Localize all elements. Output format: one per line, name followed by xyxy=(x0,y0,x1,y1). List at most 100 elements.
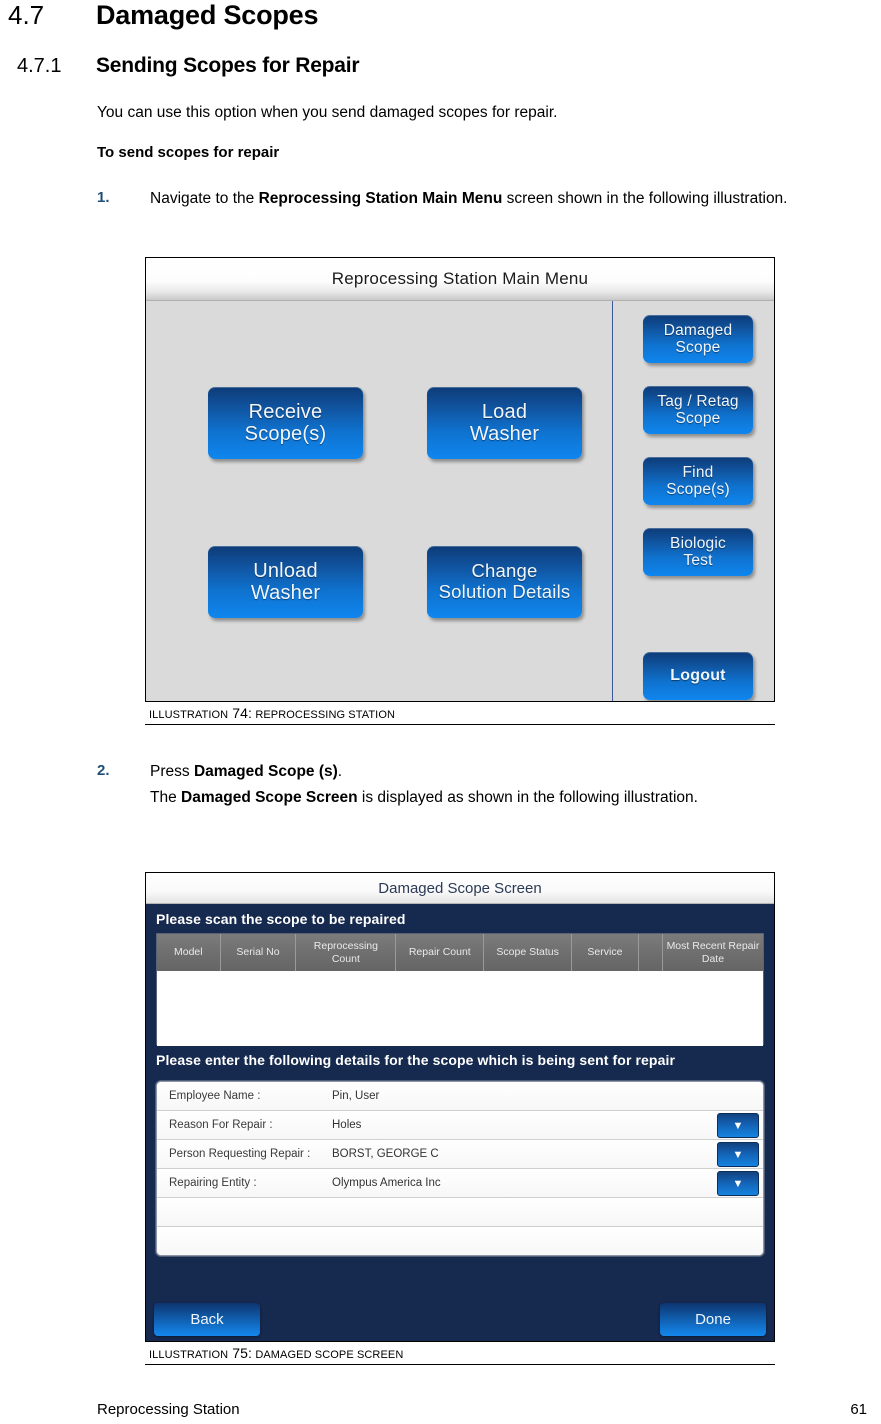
tag-retag-scope-label: Tag / Retag Scope xyxy=(657,392,739,427)
form-row-value: Holes xyxy=(332,1119,362,1131)
unload-washer-button[interactable]: Unload Washer xyxy=(208,546,363,618)
step-2-line1-bold: Damaged Scope (s) xyxy=(193,763,338,780)
caption-75-prefix: ILLUSTRATION xyxy=(149,1349,229,1361)
caption-74-text: REPROCESSING STATION xyxy=(255,709,396,721)
step-1-body: Navigate to the Reprocessing Station Mai… xyxy=(150,188,881,214)
form-row[interactable]: Person Requesting Repair : BORST, GEORGE … xyxy=(157,1140,763,1169)
form-row[interactable] xyxy=(157,1227,763,1255)
step-2-line2-after: is displayed as shown in the following i… xyxy=(357,789,698,806)
illustration-75: Damaged Scope Screen Please scan the sco… xyxy=(145,872,775,1365)
receive-scopes-label: Receive Scope(s) xyxy=(244,400,327,445)
scope-table-header: Model Serial No Reprocessing Count Repair Co… xyxy=(157,934,763,971)
form-row-value: BORST, GEORGE C xyxy=(332,1148,439,1160)
biologic-test-label: Biologic Test xyxy=(670,534,726,569)
scope-table-column-header: Model xyxy=(157,934,221,971)
form-row-label: Employee Name : xyxy=(169,1090,261,1102)
illustration-74-caption: ILLUSTRATION 74: REPROCESSING STATION xyxy=(145,702,775,725)
form-row[interactable]: Repairing Entity : Olympus America Inc ▼ xyxy=(157,1169,763,1198)
back-button[interactable]: Back xyxy=(154,1303,260,1336)
biologic-test-button[interactable]: Biologic Test xyxy=(643,528,753,576)
done-label: Done xyxy=(695,1311,731,1328)
load-washer-label: Load Washer xyxy=(469,400,540,445)
change-solution-details-label: Change Solution Details xyxy=(438,560,571,602)
illustration-74: Reprocessing Station Main Menu Receive Sc… xyxy=(145,257,775,725)
scope-table-column-header: Serial No xyxy=(221,934,297,971)
step-1: 1. Navigate to the Reprocessing Station … xyxy=(97,188,881,214)
footer-page-number: 61 xyxy=(850,1401,867,1418)
unload-washer-label: Unload Washer xyxy=(250,559,321,604)
step-2-line1-before: Press xyxy=(150,763,194,780)
caption-75-sep: : xyxy=(248,1345,253,1361)
lead-in-text: To send scopes for repair xyxy=(97,144,280,161)
chevron-down-icon[interactable]: ▼ xyxy=(717,1113,759,1138)
repair-details-form: Employee Name : Pin, User Reason For Repai… xyxy=(156,1081,764,1256)
logout-button[interactable]: Logout xyxy=(643,652,753,700)
step-2-body: Press Damaged Scope (s). The Damaged Sco… xyxy=(150,761,881,813)
form-row[interactable]: Employee Name : Pin, User xyxy=(157,1082,763,1111)
form-row-value: Pin, User xyxy=(332,1090,380,1102)
subsection-heading: 4.7.1 Sending Scopes for Repair xyxy=(17,54,877,78)
caption-74-sep: : xyxy=(248,705,253,721)
change-solution-details-button[interactable]: Change Solution Details xyxy=(427,546,582,618)
form-row[interactable]: Reason For Repair : Holes ▼ xyxy=(157,1111,763,1140)
damaged-scope-label: Damaged Scope xyxy=(663,321,733,356)
step-2-line2-before: The xyxy=(150,789,182,806)
caption-74-number: 74 xyxy=(232,705,249,721)
reprocessing-body: Receive Scope(s) Load Washer Unload Washer … xyxy=(146,301,774,701)
subsection-title: Sending Scopes for Repair xyxy=(96,54,360,77)
reprocessing-station-screen: Reprocessing Station Main Menu Receive Sc… xyxy=(145,257,775,702)
damaged-scope-button[interactable]: Damaged Scope xyxy=(643,315,753,363)
caption-74-prefix: ILLUSTRATION xyxy=(149,709,229,721)
damaged-scope-footer: Back Done xyxy=(146,1297,774,1341)
damaged-scope-title: Damaged Scope Screen xyxy=(378,879,542,897)
damaged-scope-screen: Damaged Scope Screen Please scan the sco… xyxy=(145,872,775,1342)
intro-paragraph: You can use this option when you send da… xyxy=(97,104,558,121)
scope-table-column-header: Most Recent Repair Date xyxy=(666,940,760,965)
step-1-bold: Reprocessing Station Main Menu xyxy=(258,190,503,207)
find-scopes-label: Find Scope(s) xyxy=(666,463,730,498)
caption-75-text: DAMAGED SCOPE SCREEN xyxy=(255,1349,404,1361)
scope-table-column-header: Reprocessing Count xyxy=(296,934,397,971)
scan-prompt: Please scan the scope to be repaired xyxy=(156,911,406,927)
form-row-label: Person Requesting Repair : xyxy=(169,1148,311,1160)
chevron-down-icon[interactable]: ▼ xyxy=(717,1142,759,1167)
receive-scopes-button[interactable]: Receive Scope(s) xyxy=(208,387,363,459)
page-footer: Reprocessing Station 61 xyxy=(97,1401,867,1418)
load-washer-button[interactable]: Load Washer xyxy=(427,387,582,459)
reprocessing-titlebar: Reprocessing Station Main Menu xyxy=(146,258,774,301)
form-row[interactable] xyxy=(157,1198,763,1227)
scope-table-column-header: Service xyxy=(572,934,639,971)
scope-table-column-header: Repair Count xyxy=(396,934,485,971)
step-1-text-before: Navigate to the xyxy=(150,190,259,207)
chevron-down-icon[interactable]: ▼ xyxy=(717,1171,759,1196)
section-number: 4.7 xyxy=(8,0,45,30)
tag-retag-scope-button[interactable]: Tag / Retag Scope xyxy=(643,386,753,434)
done-button[interactable]: Done xyxy=(660,1303,766,1336)
scope-table-column-header xyxy=(639,934,663,971)
step-2-line1-after: . xyxy=(337,763,343,780)
step-1-number: 1. xyxy=(97,189,110,206)
form-row-label: Repairing Entity : xyxy=(169,1177,257,1189)
find-scopes-button[interactable]: Find Scope(s) xyxy=(643,457,753,505)
step-1-text-after: screen shown in the following illustrati… xyxy=(502,190,788,207)
back-label: Back xyxy=(190,1311,224,1328)
scope-table-column-header: Scope Status xyxy=(484,934,573,971)
section-title: Damaged Scopes xyxy=(96,0,319,30)
form-row-label: Reason For Repair : xyxy=(169,1119,273,1131)
illustration-75-caption: ILLUSTRATION 75: DAMAGED SCOPE SCREEN xyxy=(145,1342,775,1365)
details-prompt: Please enter the following details for t… xyxy=(156,1052,676,1068)
step-2-line2-bold: Damaged Scope Screen xyxy=(181,789,358,806)
damaged-scope-titlebar: Damaged Scope Screen xyxy=(146,873,774,904)
section-heading: 4.7 Damaged Scopes xyxy=(8,0,878,31)
logout-label: Logout xyxy=(670,667,726,685)
footer-left-text: Reprocessing Station xyxy=(97,1401,240,1418)
vertical-divider xyxy=(612,301,613,701)
reprocessing-title: Reprocessing Station Main Menu xyxy=(331,269,589,288)
caption-75-number: 75 xyxy=(232,1345,249,1361)
form-row-value: Olympus America Inc xyxy=(332,1177,441,1189)
scope-table-body xyxy=(157,971,763,1046)
step-2: 2. Press Damaged Scope (s). The Damaged … xyxy=(97,761,881,813)
step-2-number: 2. xyxy=(97,762,110,779)
subsection-number: 4.7.1 xyxy=(17,55,62,77)
scope-table: Model Serial No Reprocessing Count Repair Co… xyxy=(156,933,764,1046)
